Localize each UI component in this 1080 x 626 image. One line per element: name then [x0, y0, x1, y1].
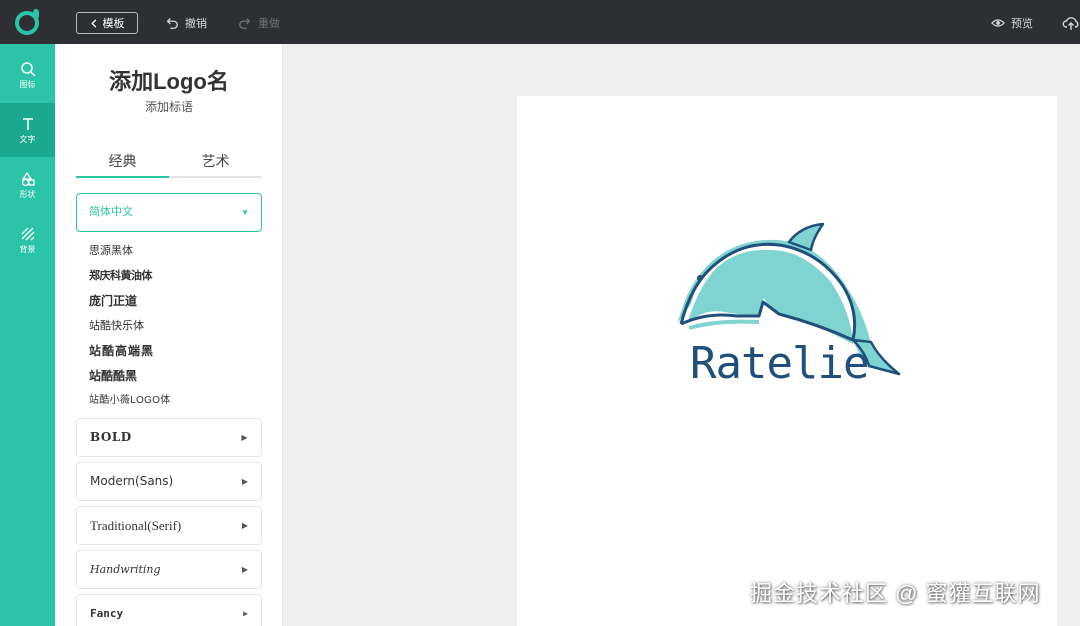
- undo-button[interactable]: 撤销: [165, 14, 207, 32]
- rail-item-shapes[interactable]: 形状: [0, 158, 55, 212]
- app-window: 模板 撤销 重做 预览 图标 文字 形状 背景 添加Logo名 添加标语 经典 …: [0, 0, 1080, 626]
- redo-button[interactable]: 重做: [238, 14, 280, 32]
- caret-right-icon: ▶: [241, 521, 248, 530]
- font-category-bold[interactable]: BOLD ▶: [76, 418, 262, 457]
- eye-icon: [991, 19, 1005, 27]
- search-icon: [20, 62, 36, 77]
- caret-right-icon: ▶: [241, 477, 248, 486]
- language-select-value: 简体中文: [89, 206, 133, 218]
- font-category-label: Fancy: [90, 607, 124, 620]
- caret-right-icon: ▶: [241, 565, 248, 574]
- app-logo-icon[interactable]: [0, 0, 55, 44]
- rail-item-label: 背景: [19, 245, 36, 254]
- brand-slogan[interactable]: 添加标语: [55, 98, 282, 115]
- font-category-label: Traditional(Serif): [90, 518, 182, 533]
- rail-item-label: 形状: [19, 190, 36, 199]
- tab-art[interactable]: 艺术: [169, 150, 262, 178]
- cloud-upload-icon[interactable]: [1062, 14, 1080, 32]
- shapes-icon: [21, 171, 35, 187]
- back-to-templates-button[interactable]: 模板: [76, 12, 138, 34]
- font-category-handwriting[interactable]: Handwriting ▶: [76, 550, 262, 589]
- hatch-icon: [21, 227, 34, 241]
- caret-down-icon: ▼: [241, 208, 249, 217]
- font-category-label: BOLD: [90, 430, 132, 444]
- logo-name-text[interactable]: Ratelie: [690, 338, 869, 389]
- tab-classic[interactable]: 经典: [76, 150, 169, 178]
- font-item-pangmen[interactable]: 庞门正道: [89, 292, 259, 317]
- font-item-xiaowei-logo[interactable]: 站酷小薇LOGO体: [89, 392, 259, 417]
- font-item-siyuan-heiti[interactable]: 思源黑体: [89, 242, 259, 267]
- rail-item-label: 文字: [19, 135, 36, 144]
- font-category-modern[interactable]: Modern(Sans) ▶: [76, 462, 262, 501]
- rail-item-icons[interactable]: 图标: [0, 48, 55, 102]
- redo-icon: [239, 18, 251, 29]
- caret-right-icon: ▶: [243, 609, 248, 618]
- rail-item-background[interactable]: 背景: [0, 213, 55, 267]
- watermark-text: 掘金技术社区 @ 蜜獾互联网: [750, 581, 1041, 606]
- top-toolbar: 模板 撤销 重做 预览: [0, 0, 1080, 44]
- preview-button[interactable]: 预览: [991, 14, 1033, 32]
- font-item-kuhei[interactable]: 站酷酷黑: [89, 367, 259, 392]
- back-button-label: 模板: [102, 18, 125, 30]
- font-style-tabs: 经典 艺术: [76, 150, 262, 178]
- editor-workspace: Ratelie: [283, 44, 1080, 626]
- font-list: 思源黑体 郑庆科黄油体 庞门正道 站酷快乐体 站酷高端黑 站酷酷黑 站酷小薇LO…: [89, 242, 259, 417]
- left-nav-rail: 图标 文字 形状 背景: [0, 44, 55, 626]
- language-select[interactable]: 简体中文 ▼: [76, 193, 262, 232]
- font-panel: 添加Logo名 添加标语 经典 艺术 简体中文 ▼ 思源黑体 郑庆科黄油体 庞门…: [55, 44, 283, 626]
- chevron-left-icon: [90, 18, 96, 28]
- rail-item-text[interactable]: 文字: [0, 103, 55, 157]
- font-category-traditional[interactable]: Traditional(Serif) ▶: [76, 506, 262, 545]
- redo-label: 重做: [258, 18, 280, 30]
- font-item-zhengqing[interactable]: 郑庆科黄油体: [89, 267, 259, 292]
- caret-right-icon: ▶: [241, 432, 248, 442]
- font-category-label: Modern(Sans): [90, 474, 174, 488]
- font-item-kuaile[interactable]: 站酷快乐体: [89, 317, 259, 342]
- font-item-gaoduanhei[interactable]: 站酷高端黑: [89, 342, 259, 367]
- text-icon: [22, 118, 33, 130]
- font-category-fancy[interactable]: Fancy ▶: [76, 594, 262, 626]
- font-category-label: Handwriting: [90, 563, 161, 576]
- undo-label: 撤销: [185, 18, 207, 30]
- logo-canvas[interactable]: Ratelie: [517, 96, 1057, 626]
- undo-icon: [166, 18, 178, 29]
- preview-label: 预览: [1011, 18, 1033, 30]
- brand-name-title[interactable]: 添加Logo名: [55, 64, 282, 96]
- rail-item-label: 图标: [19, 80, 36, 89]
